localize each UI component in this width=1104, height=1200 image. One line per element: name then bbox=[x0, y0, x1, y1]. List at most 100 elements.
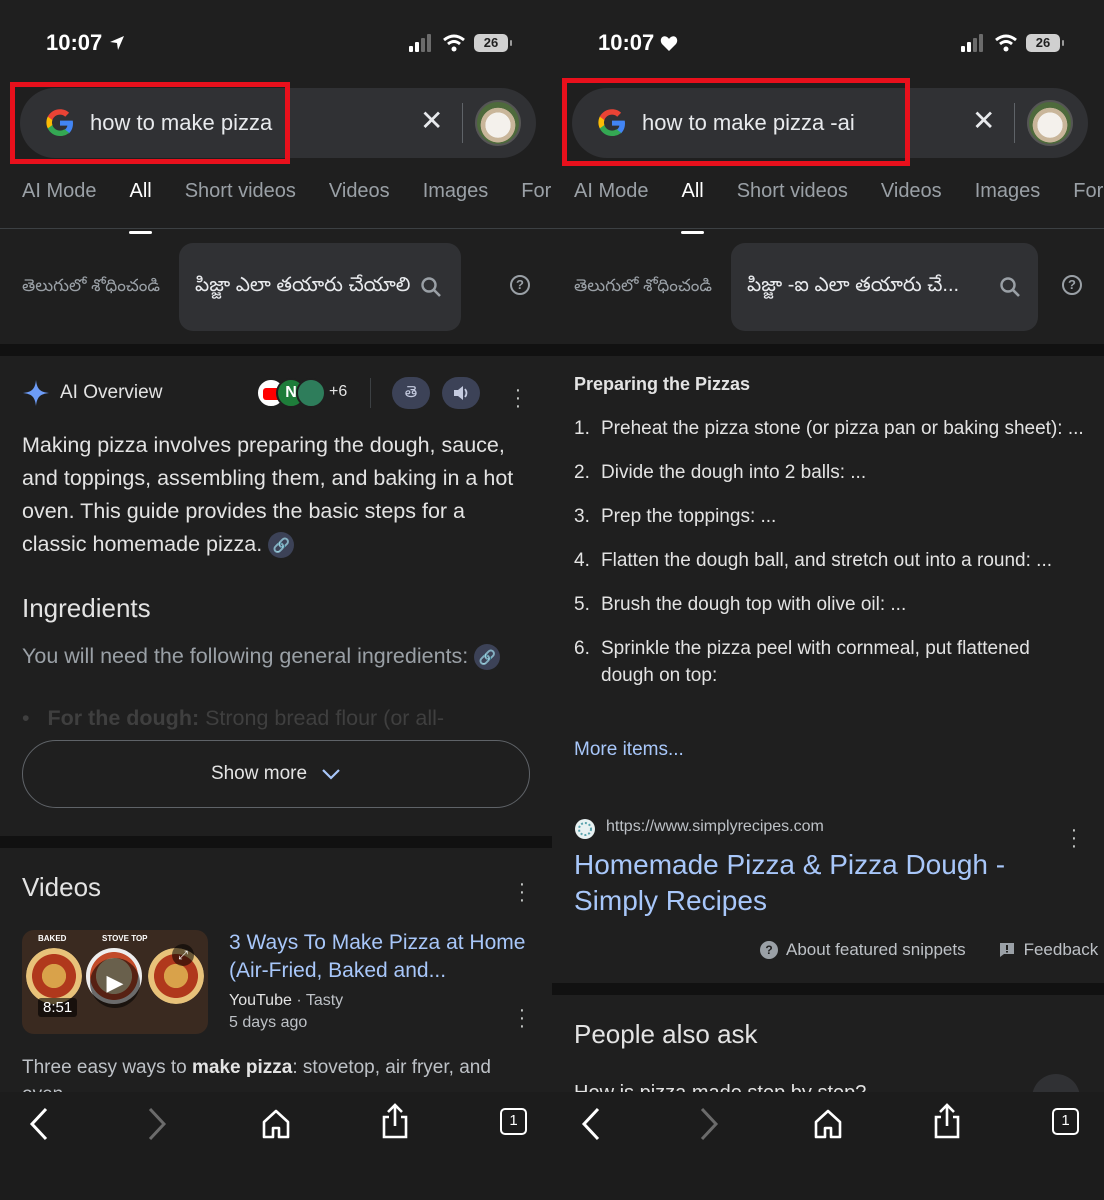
pizza-image bbox=[26, 948, 82, 1004]
video-title[interactable]: 3 Ways To Make Pizza at Home (Air-Fried,… bbox=[229, 929, 529, 985]
section-separator bbox=[0, 344, 552, 356]
citation-link-icon[interactable]: 🔗 bbox=[474, 644, 501, 671]
clock-text: 10:07 bbox=[598, 30, 655, 55]
section-separator bbox=[0, 836, 552, 848]
tab-ai-mode[interactable]: AI Mode bbox=[574, 180, 648, 220]
tabs-button[interactable]: 1 bbox=[1052, 1108, 1079, 1135]
ai-summary: Making pizza involves preparing the doug… bbox=[22, 429, 534, 561]
clear-icon[interactable]: ✕ bbox=[420, 104, 443, 137]
forward-icon[interactable] bbox=[144, 1106, 170, 1142]
home-icon[interactable] bbox=[260, 1106, 292, 1142]
source-count[interactable]: +6 bbox=[329, 383, 347, 401]
expand-icon[interactable]: ⤢ bbox=[172, 944, 194, 966]
forward-icon[interactable] bbox=[696, 1106, 722, 1142]
back-icon[interactable] bbox=[578, 1106, 604, 1142]
help-icon[interactable]: ? bbox=[1062, 275, 1082, 295]
speaker-icon bbox=[454, 386, 468, 400]
wifi-icon bbox=[443, 34, 465, 52]
video-channel: Tasty bbox=[305, 992, 344, 1009]
annotation-highlight-box bbox=[562, 78, 910, 166]
share-icon[interactable] bbox=[380, 1102, 410, 1140]
share-icon[interactable] bbox=[932, 1102, 962, 1140]
snippet-steps: 1. Preheat the pizza stone (or pizza pan … bbox=[574, 415, 1084, 706]
tab-forums[interactable]: For bbox=[1073, 180, 1103, 220]
translate-label[interactable]: తెలుగులో శోధించండి bbox=[574, 276, 712, 300]
ai-overview-title: AI Overview bbox=[60, 382, 163, 403]
play-icon[interactable]: ▶ bbox=[90, 958, 140, 1008]
faded-list-item: • For the dough: Strong bread flour (or … bbox=[22, 706, 445, 730]
system-indicators: 26 bbox=[960, 34, 1064, 52]
about-snippets-link[interactable]: About featured snippets bbox=[786, 940, 966, 960]
heart-icon bbox=[661, 35, 678, 51]
avatar[interactable] bbox=[475, 100, 521, 146]
help-icon: ? bbox=[760, 941, 778, 959]
wifi-icon bbox=[995, 34, 1017, 52]
tabs-divider bbox=[0, 228, 552, 229]
list-item: 2. Divide the dough into 2 balls: ... bbox=[574, 462, 867, 483]
gemini-sparkle-icon bbox=[23, 380, 49, 406]
tab-all[interactable]: All bbox=[681, 180, 704, 234]
citation-link-icon[interactable]: 🔗 bbox=[268, 532, 295, 559]
back-icon[interactable] bbox=[26, 1106, 52, 1142]
search-tabs: AI Mode All Short videos Videos Images F… bbox=[574, 180, 1103, 234]
show-more-label: Show more bbox=[210, 763, 308, 784]
result-title-link[interactable]: Homemade Pizza & Pizza Dough - Simply Re… bbox=[574, 847, 1089, 919]
source-favicons[interactable]: N bbox=[256, 378, 326, 408]
tab-images[interactable]: Images bbox=[423, 180, 489, 220]
more-items-link[interactable]: More items... bbox=[574, 739, 684, 761]
clear-icon[interactable]: ✕ bbox=[972, 104, 995, 137]
signal-icon bbox=[961, 34, 983, 52]
section-separator bbox=[552, 344, 1104, 356]
list-item: 6. Sprinkle the pizza peel with cornmeal,… bbox=[574, 638, 1030, 686]
feedback-link[interactable]: Feedback bbox=[1024, 940, 1099, 960]
language-chip[interactable]: తె bbox=[392, 377, 430, 409]
browser-toolbar: 1 bbox=[552, 1092, 1104, 1200]
more-options-icon[interactable]: · · · bbox=[514, 380, 522, 416]
ingredients-intro-text: You will need the following general ingr… bbox=[22, 644, 469, 668]
home-icon[interactable] bbox=[812, 1106, 844, 1142]
tab-images[interactable]: Images bbox=[975, 180, 1041, 220]
translate-label[interactable]: తెలుగులో శోధించండి bbox=[22, 276, 160, 300]
more-options-icon[interactable]: · · · bbox=[518, 874, 526, 910]
show-more-button[interactable]: Show more bbox=[22, 740, 530, 808]
site-favicon-icon bbox=[296, 378, 326, 408]
tab-videos[interactable]: Videos bbox=[881, 180, 942, 220]
ingredients-heading: Ingredients bbox=[22, 593, 151, 623]
video-duration: 8:51 bbox=[38, 998, 78, 1017]
status-time: 10:07 bbox=[46, 30, 126, 56]
translated-query-text: పిజ్జా -ఐ ఎలా తయారు చే... bbox=[747, 273, 960, 296]
video-thumbnail[interactable]: BAKED STOVE TOP ▶ 8:51 ⤢ bbox=[22, 930, 208, 1034]
list-item: 3. Prep the toppings: ... bbox=[574, 506, 777, 527]
right-screenshot: 10:07 26 how to make pizza -ai ✕ AI Mode… bbox=[552, 0, 1104, 1200]
tab-ai-mode[interactable]: AI Mode bbox=[22, 180, 96, 220]
translated-query-chip[interactable]: పిజ్జా ఎలా తయారు చేయాలి bbox=[179, 243, 461, 331]
thumb-label: BAKED bbox=[38, 934, 67, 943]
tab-short-videos[interactable]: Short videos bbox=[185, 180, 296, 220]
divider bbox=[370, 378, 371, 408]
tab-short-videos[interactable]: Short videos bbox=[737, 180, 848, 220]
more-options-icon[interactable]: · · · bbox=[518, 1000, 526, 1036]
ai-summary-text: Making pizza involves preparing the doug… bbox=[22, 433, 514, 556]
source-url[interactable]: https://www.simplyrecipes.com bbox=[606, 818, 824, 836]
tab-all[interactable]: All bbox=[129, 180, 152, 234]
feedback-icon bbox=[999, 943, 1014, 957]
tabs-button[interactable]: 1 bbox=[500, 1108, 527, 1135]
listen-button[interactable] bbox=[442, 377, 480, 409]
snippet-heading: Preparing the Pizzas bbox=[574, 374, 751, 394]
simplyrecipes-favicon-icon bbox=[575, 819, 595, 839]
chevron-down-icon bbox=[322, 769, 340, 780]
translated-query-text: పిజ్జా ఎలా తయారు చేయాలి bbox=[195, 273, 411, 296]
translated-query-chip[interactable]: పిజ్జా -ఐ ఎలా తయారు చే... bbox=[731, 243, 1038, 331]
battery-indicator: 26 bbox=[474, 34, 512, 52]
help-icon[interactable]: ? bbox=[510, 275, 530, 295]
thumb-label: STOVE TOP bbox=[102, 934, 148, 943]
signal-icon bbox=[409, 34, 431, 52]
faded-item-text: Strong bread flour (or all- bbox=[199, 706, 445, 730]
tab-forums[interactable]: For bbox=[521, 180, 551, 220]
avatar[interactable] bbox=[1027, 100, 1073, 146]
tab-videos[interactable]: Videos bbox=[329, 180, 390, 220]
list-item: 1. Preheat the pizza stone (or pizza pan … bbox=[574, 418, 1084, 439]
location-arrow-icon bbox=[110, 36, 125, 50]
snippet-text: Three easy ways to bbox=[22, 1057, 193, 1078]
people-also-ask-heading: People also ask bbox=[574, 1019, 758, 1049]
